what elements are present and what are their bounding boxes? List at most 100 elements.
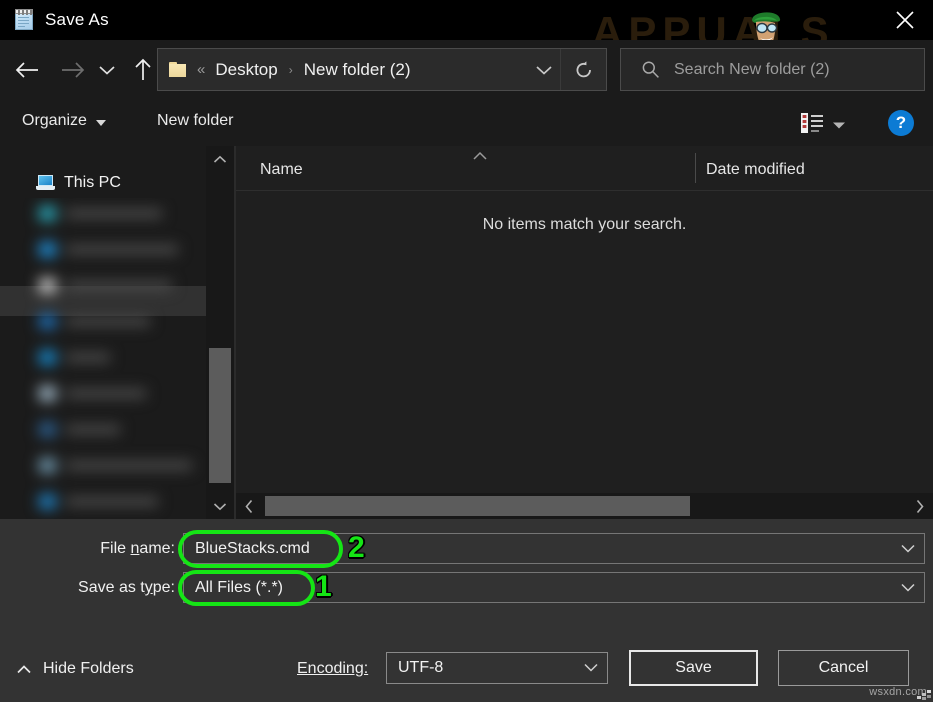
sidebar-item-icon <box>39 421 56 437</box>
sidebar-item-blurred[interactable] <box>25 270 195 300</box>
refresh-button[interactable] <box>560 49 606 90</box>
sidebar-item-label: This PC <box>64 174 121 191</box>
help-label: ? <box>895 113 907 132</box>
title-bar: Save As APPUALS <box>0 0 933 55</box>
sidebar-scrollbar[interactable] <box>206 146 234 519</box>
chevron-down-icon <box>584 663 598 672</box>
file-name-dropdown-button[interactable] <box>900 534 916 563</box>
sidebar-item-label <box>66 352 110 362</box>
sidebar-item-icon <box>39 205 56 221</box>
scrollbar-thumb[interactable] <box>209 348 231 483</box>
encoding-value: UTF-8 <box>398 659 444 676</box>
sidebar-item-blurred[interactable] <box>25 234 195 264</box>
breadcrumb-overflow[interactable]: « <box>197 61 205 78</box>
sidebar-item-icon <box>39 385 56 401</box>
sidebar-item-blurred[interactable] <box>25 450 195 480</box>
sidebar-item-label <box>66 280 172 290</box>
hide-folders-label: Hide Folders <box>43 660 134 677</box>
save-button[interactable]: Save <box>629 650 758 686</box>
refresh-icon <box>576 60 591 77</box>
chevron-down-icon <box>95 119 106 126</box>
breadcrumb-item-current[interactable]: New folder (2) <box>302 60 413 80</box>
sidebar-item-blurred[interactable] <box>25 414 195 444</box>
column-divider[interactable] <box>695 153 696 183</box>
scroll-left-button[interactable] <box>236 493 262 519</box>
column-header-date-modified[interactable]: Date modified <box>706 161 805 179</box>
column-header-name[interactable]: Name <box>260 161 303 179</box>
sidebar-item-blurred[interactable] <box>25 342 195 372</box>
folder-icon <box>169 62 187 77</box>
label-part: Save as t <box>78 579 145 596</box>
computer-icon <box>36 175 55 191</box>
sidebar-item-icon <box>39 313 56 329</box>
navigation-pane: This PC <box>0 146 206 519</box>
sidebar-item-label <box>66 424 120 434</box>
file-list-horizontal-scrollbar[interactable] <box>236 493 933 519</box>
sidebar-item-blurred[interactable] <box>25 378 195 408</box>
chevron-down-icon <box>833 122 845 129</box>
save-label: Save <box>675 659 712 676</box>
sidebar-item-blurred[interactable] <box>25 486 195 516</box>
sidebar-item-icon <box>39 241 56 257</box>
sidebar-tree <box>0 198 206 519</box>
sidebar-item-label <box>66 316 150 326</box>
cancel-button[interactable]: Cancel <box>778 650 909 686</box>
sidebar-item-label <box>66 208 162 218</box>
chevron-left-icon <box>245 499 253 513</box>
chevron-down-icon <box>213 502 227 510</box>
search-box[interactable]: Search New folder (2) <box>620 48 925 91</box>
encoding-dropdown-button[interactable] <box>583 653 599 682</box>
sidebar-item-blurred[interactable] <box>25 306 195 336</box>
scrollbar-thumb[interactable] <box>265 496 690 516</box>
arrow-left-icon <box>15 62 38 78</box>
save-as-dialog: Save As APPUALS « Desktop › New folder (… <box>0 0 933 702</box>
sidebar-blurred-items[interactable] <box>25 198 195 519</box>
new-folder-label: New folder <box>157 112 234 129</box>
sidebar-item-icon <box>39 493 56 509</box>
sidebar-item-icon <box>39 277 56 293</box>
search-placeholder: Search New folder (2) <box>674 60 830 78</box>
hide-folders-button[interactable]: Hide Folders <box>16 660 134 678</box>
encoding-select[interactable]: UTF-8 <box>386 652 608 684</box>
save-as-type-dropdown-button[interactable] <box>900 573 916 602</box>
label-part: pe: <box>152 579 175 596</box>
sidebar-item-icon <box>39 457 56 473</box>
file-name-input[interactable]: BlueStacks.cmd <box>183 533 925 564</box>
chevron-up-icon <box>17 664 31 673</box>
sidebar-item-label <box>66 244 178 254</box>
organize-button[interactable]: Organize <box>22 112 106 130</box>
sidebar-item-blurred[interactable] <box>25 198 195 228</box>
view-dropdown-button[interactable] <box>832 117 846 135</box>
sidebar-item-label <box>66 496 158 506</box>
arrow-right-icon <box>62 62 85 78</box>
sidebar-item-label <box>66 388 146 398</box>
file-list-pane[interactable]: Name Date modified No items match your s… <box>236 146 933 519</box>
address-bar[interactable]: « Desktop › New folder (2) <box>157 48 607 91</box>
sort-ascending-icon <box>472 148 488 166</box>
file-name-label: File name: <box>40 540 175 558</box>
close-button[interactable] <box>877 0 933 40</box>
view-options-button[interactable] <box>800 112 824 134</box>
save-as-type-select[interactable]: All Files (*.*) <box>183 572 925 603</box>
encoding-label: Encoding: <box>297 660 368 678</box>
label-part: File <box>100 540 131 557</box>
help-button[interactable]: ? <box>888 110 914 136</box>
label-part: ame: <box>139 540 175 557</box>
sidebar-item-icon <box>39 349 56 365</box>
back-button[interactable] <box>6 50 48 90</box>
file-name-value: BlueStacks.cmd <box>195 539 310 557</box>
command-bar <box>0 100 933 146</box>
scroll-up-button[interactable] <box>206 146 234 172</box>
forward-button[interactable] <box>52 50 94 90</box>
breadcrumb-separator: › <box>288 62 293 77</box>
scroll-right-button[interactable] <box>907 493 933 519</box>
sidebar-item-this-pc[interactable]: This PC <box>0 168 206 198</box>
breadcrumb-item-desktop[interactable]: Desktop <box>213 60 279 80</box>
recent-locations-button[interactable] <box>90 50 124 90</box>
address-dropdown-button[interactable] <box>528 49 560 90</box>
new-folder-button[interactable]: New folder <box>157 112 233 130</box>
chevron-down-icon <box>901 544 915 553</box>
scroll-down-button[interactable] <box>206 493 234 519</box>
arrow-up-icon <box>135 58 151 80</box>
sidebar-item-label <box>66 460 192 470</box>
